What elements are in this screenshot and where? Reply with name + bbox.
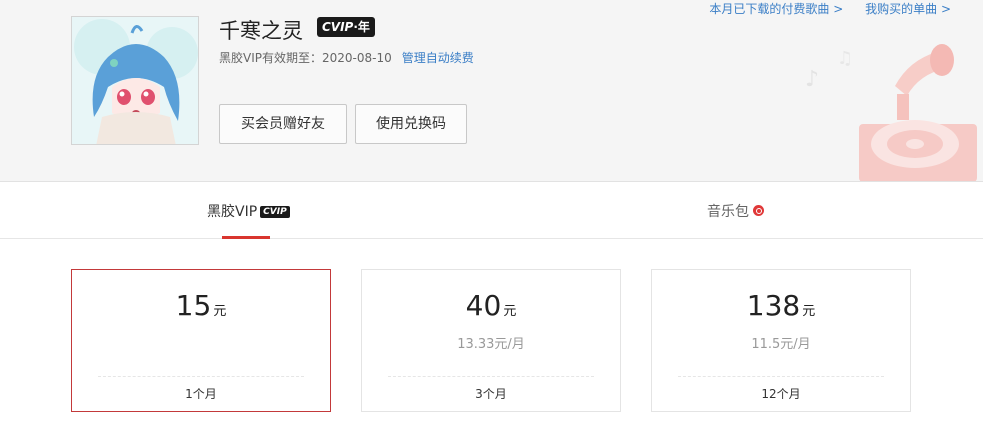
tab-music-package-label: 音乐包 <box>707 204 749 220</box>
manage-auto-renew-link[interactable]: 管理自动续费 <box>402 51 474 65</box>
vip-year-badge: CVIP·年 <box>317 17 375 37</box>
account-header: 千寒之灵 CVIP·年 黑胶VIP有效期至：2020-08-10 管理自动续费 买… <box>0 0 983 182</box>
plan-price: 138 元 <box>746 289 816 322</box>
tab-vinyl-vip[interactable]: 黑胶VIP CVIP <box>207 203 290 221</box>
svg-text:♪: ♪ <box>805 67 819 92</box>
tab-music-package[interactable]: 音乐包 <box>707 203 764 221</box>
redeem-code-button[interactable]: 使用兑换码 <box>355 104 467 144</box>
expiry-label: 黑胶VIP有效期至： <box>219 51 322 65</box>
downloaded-songs-link[interactable]: 本月已下载的付费歌曲 > <box>709 2 843 16</box>
plan-divider <box>388 376 594 377</box>
username: 千寒之灵 <box>219 19 303 43</box>
svg-text:♫: ♫ <box>837 48 853 69</box>
plan-price: 15 元 <box>175 289 227 322</box>
gramophone-icon: ♪ ♫ <box>805 44 977 181</box>
plan-card-3-months[interactable]: 40 元 13.33元/月 3个月 <box>361 269 621 412</box>
expiry-date: 2020-08-10 <box>322 51 392 65</box>
plan-divider <box>98 376 304 377</box>
music-package-icon <box>753 205 764 216</box>
plan-period: 12个月 <box>761 387 801 401</box>
plan-per-month: 13.33元/月 <box>457 337 525 352</box>
plan-card-1-month[interactable]: 15 元 1个月 <box>71 269 331 412</box>
membership-tabs: 黑胶VIP CVIP 音乐包 <box>0 183 983 239</box>
tab-vinyl-vip-label: 黑胶VIP <box>207 204 258 220</box>
plan-period: 1个月 <box>185 387 217 401</box>
plan-period: 3个月 <box>475 387 507 401</box>
plan-price: 40 元 <box>465 289 517 322</box>
purchased-songs-link[interactable]: 我购买的单曲 > <box>865 2 951 16</box>
plan-divider <box>678 376 884 377</box>
plan-per-month: 11.5元/月 <box>751 337 811 352</box>
plan-card-12-months[interactable]: 138 元 11.5元/月 12个月 <box>651 269 911 412</box>
active-tab-indicator <box>222 236 270 239</box>
vip-expiry-row: 黑胶VIP有效期至：2020-08-10 管理自动续费 <box>219 50 474 66</box>
cvip-mini-badge: CVIP <box>260 206 290 218</box>
top-links: 本月已下载的付费歌曲 > 我购买的单曲 > <box>691 1 951 17</box>
user-avatar[interactable] <box>71 16 199 145</box>
gift-membership-button[interactable]: 买会员赠好友 <box>219 104 347 144</box>
